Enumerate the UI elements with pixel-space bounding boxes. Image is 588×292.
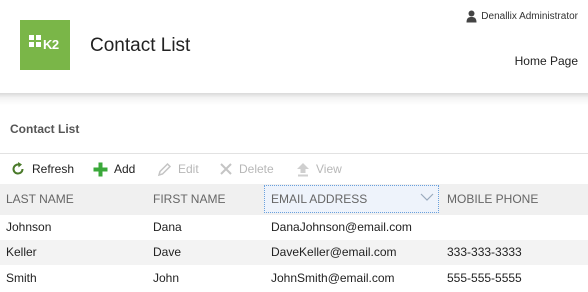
column-header-email[interactable]: EMAIL ADDRESS bbox=[271, 184, 367, 215]
k2-logo: K2 bbox=[20, 20, 70, 70]
table-row[interactable]: Johnson Dana DanaJohnson@email.com bbox=[0, 215, 588, 240]
column-header-last-name[interactable]: LAST NAME bbox=[6, 184, 74, 215]
header-shadow bbox=[0, 93, 588, 105]
add-label: Add bbox=[114, 162, 136, 176]
cell-first-name: Dave bbox=[153, 245, 182, 259]
delete-button[interactable]: Delete bbox=[219, 154, 274, 184]
refresh-label: Refresh bbox=[32, 162, 75, 176]
cell-email: JohnSmith@email.com bbox=[271, 271, 395, 285]
cell-first-name: John bbox=[153, 271, 180, 285]
edit-button[interactable]: Edit bbox=[157, 154, 199, 184]
delete-label: Delete bbox=[239, 162, 274, 176]
cell-last-name: Smith bbox=[6, 271, 37, 285]
pencil-icon bbox=[157, 162, 172, 176]
logo-text: K2 bbox=[43, 37, 59, 52]
edit-label: Edit bbox=[178, 162, 199, 176]
add-button[interactable]: Add bbox=[93, 154, 135, 184]
cell-mobile-phone: 333-333-3333 bbox=[447, 245, 522, 259]
column-header-mobile-phone[interactable]: MOBILE PHONE bbox=[447, 184, 538, 215]
user-icon bbox=[466, 10, 477, 23]
refresh-button[interactable]: Refresh bbox=[10, 154, 74, 184]
cell-email: DanaJohnson@email.com bbox=[271, 220, 412, 234]
upload-arrow-icon bbox=[297, 162, 309, 176]
cell-last-name: Johnson bbox=[6, 220, 52, 234]
view-label: View bbox=[316, 162, 342, 176]
page-title: Contact List bbox=[90, 35, 191, 56]
logo-squares-icon bbox=[29, 35, 42, 48]
cell-last-name: Keller bbox=[6, 245, 37, 259]
user-menu[interactable]: Denallix Administrator bbox=[466, 10, 578, 23]
cell-email: DaveKeller@email.com bbox=[271, 245, 397, 259]
plus-icon bbox=[93, 162, 108, 176]
x-icon bbox=[220, 163, 232, 175]
chevron-down-icon[interactable] bbox=[420, 192, 434, 202]
cell-mobile-phone: 555-555-5555 bbox=[447, 271, 522, 285]
column-header-first-name[interactable]: FIRST NAME bbox=[153, 184, 225, 215]
refresh-icon bbox=[12, 162, 24, 175]
home-page-link[interactable]: Home Page bbox=[515, 54, 578, 68]
table-header: LAST NAME FIRST NAME EMAIL ADDRESS MOBIL… bbox=[0, 184, 588, 215]
section-title: Contact List bbox=[10, 122, 80, 136]
user-name: Denallix Administrator bbox=[481, 11, 578, 22]
cell-first-name: Dana bbox=[153, 220, 182, 234]
table-row[interactable]: Keller Dave DaveKeller@email.com 333-333… bbox=[0, 240, 588, 265]
view-button[interactable]: View bbox=[296, 154, 342, 184]
app-header: K2 Contact List Denallix Administrator H… bbox=[0, 0, 588, 93]
table-row[interactable]: Smith John JohnSmith@email.com 555-555-5… bbox=[0, 266, 588, 291]
list-toolbar: Refresh Add Edit Delete View bbox=[0, 154, 588, 184]
